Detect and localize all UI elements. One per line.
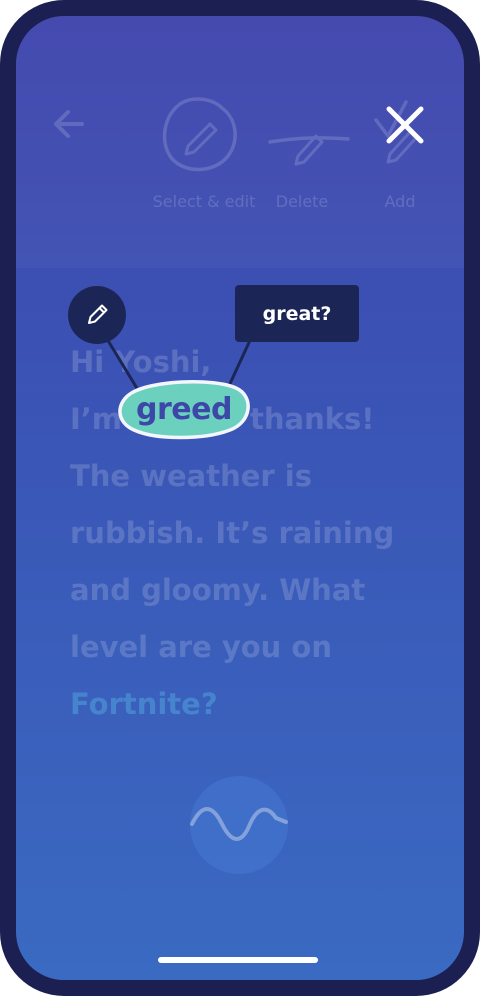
waveform-icon [190,807,288,841]
message-fragment: I’m [70,402,123,436]
message-line: and gloomy. What [70,573,366,607]
back-arrow-icon[interactable] [50,104,90,144]
message-line: level are you on [70,630,332,664]
message-fragment: thanks! [250,402,375,436]
suggestion-bubble[interactable]: great? [235,285,359,342]
fortnite-link[interactable]: Fortnite? [70,676,430,733]
edit-toolbar: Select & edit Delete Add [16,16,464,268]
tool-label-delete[interactable]: Delete [260,192,344,211]
home-indicator[interactable] [158,957,318,963]
close-icon[interactable] [384,104,426,146]
message-line: rubbish. It’s raining [70,516,395,550]
app-screen: Select & edit Delete Add Hi Yoshi, I’m th… [16,16,464,980]
phone-frame: Select & edit Delete Add Hi Yoshi, I’m th… [0,0,480,996]
selected-word: greed [136,391,232,427]
pencil-circle-icon[interactable] [152,90,248,180]
voice-button[interactable] [190,776,288,874]
message-line: The weather is [70,459,312,493]
strike-pencil-icon[interactable] [264,112,354,172]
highlighted-word[interactable]: greed [116,378,252,440]
edit-word-button[interactable] [68,286,126,344]
tool-label-add[interactable]: Add [370,192,430,211]
pencil-icon [88,304,108,324]
